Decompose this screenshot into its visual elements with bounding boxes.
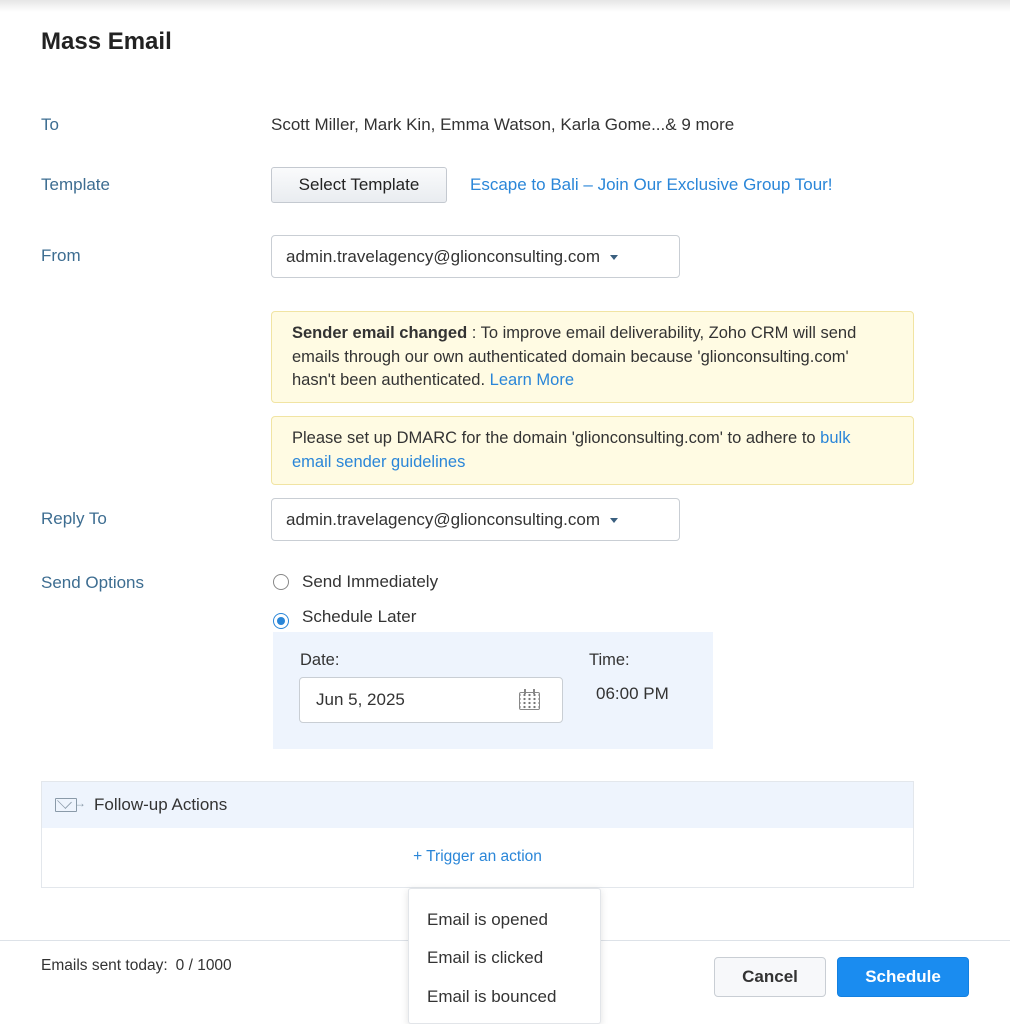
followup-actions-section: Follow-up Actions + Trigger an action: [41, 781, 914, 888]
schedule-panel: Date: Time: Jun 5, 2025 06:00 PM: [273, 632, 713, 749]
trigger-action-menu: Email is opened Email is clicked Email i…: [408, 888, 601, 1024]
schedule-button[interactable]: Schedule: [837, 957, 969, 997]
followup-title: Follow-up Actions: [94, 795, 228, 814]
chevron-down-icon: [609, 255, 618, 260]
cancel-button[interactable]: Cancel: [714, 957, 826, 997]
time-value[interactable]: 06:00 PM: [596, 684, 669, 704]
top-shade: [0, 0, 1010, 12]
send-options-label: Send Options: [41, 573, 145, 592]
from-select[interactable]: admin.travelagency@glionconsulting.com: [271, 235, 680, 278]
emails-sent-label: Emails sent today:: [41, 957, 168, 974]
from-label: From: [41, 246, 81, 265]
reply-to-select-value: admin.travelagency@glionconsulting.com: [286, 509, 600, 529]
emails-sent-count: 0 / 1000: [175, 957, 232, 974]
send-immediately-label: Send Immediately: [302, 572, 439, 591]
dialog-title: Mass Email: [41, 28, 172, 55]
dmarc-text: Please set up DMARC for the domain 'glio…: [292, 429, 821, 447]
from-select-value: admin.travelagency@glionconsulting.com: [286, 246, 600, 266]
menu-item-email-bounced[interactable]: Email is bounced: [427, 987, 556, 1007]
learn-more-link[interactable]: Learn More: [490, 371, 574, 389]
template-label: Template: [41, 175, 110, 194]
followup-header: Follow-up Actions: [42, 782, 913, 828]
to-label: To: [41, 115, 59, 134]
menu-item-email-opened[interactable]: Email is opened: [427, 910, 548, 930]
sender-changed-notice: Sender email changed : To improve email …: [271, 311, 914, 403]
time-label: Time:: [589, 651, 630, 669]
schedule-later-option[interactable]: Schedule Later: [273, 605, 416, 629]
calendar-icon[interactable]: [519, 689, 540, 710]
schedule-later-radio[interactable]: [273, 613, 289, 629]
select-template-button[interactable]: Select Template: [271, 167, 447, 203]
selected-template-link[interactable]: Escape to Bali – Join Our Exclusive Grou…: [470, 175, 833, 195]
to-recipients: Scott Miller, Mark Kin, Emma Watson, Kar…: [271, 115, 735, 134]
send-immediately-radio[interactable]: [273, 574, 289, 590]
envelope-forward-icon: [55, 796, 86, 812]
notice-title: Sender email changed: [292, 324, 468, 342]
reply-to-label: Reply To: [41, 509, 107, 528]
emails-sent-today: Emails sent today: 0 / 1000: [41, 957, 232, 975]
schedule-later-label: Schedule Later: [302, 607, 417, 626]
reply-to-select[interactable]: admin.travelagency@glionconsulting.com: [271, 498, 680, 541]
send-immediately-option[interactable]: Send Immediately: [273, 572, 438, 592]
dmarc-notice: Please set up DMARC for the domain 'glio…: [271, 416, 914, 485]
chevron-down-icon: [609, 518, 618, 523]
menu-item-email-clicked[interactable]: Email is clicked: [427, 948, 543, 968]
date-input[interactable]: Jun 5, 2025: [299, 677, 563, 723]
date-value: Jun 5, 2025: [316, 690, 405, 709]
trigger-action-link[interactable]: + Trigger an action: [42, 848, 913, 866]
date-label: Date:: [300, 651, 340, 669]
